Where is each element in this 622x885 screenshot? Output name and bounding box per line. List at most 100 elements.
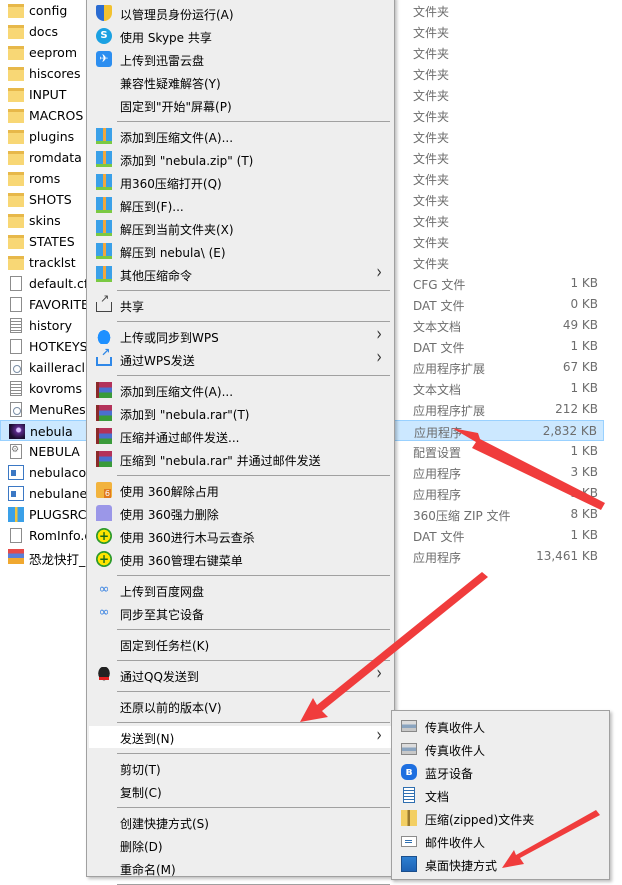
menu-separator [117, 475, 390, 476]
360-unlock-icon [96, 482, 112, 498]
menu-item-label: 重命名(M) [120, 863, 176, 877]
menu-item[interactable]: 邮件收件人 [394, 830, 609, 852]
menu-item[interactable]: 压缩(zipped)文件夹 [394, 807, 609, 829]
menu-item-label: 添加到压缩文件(A)... [120, 385, 234, 399]
file-name: roms [29, 171, 61, 186]
menu-item-label: 使用 360解除占用 [120, 485, 219, 499]
menu-item-label: 剪切(T) [120, 763, 161, 777]
menu-item-label: 添加到压缩文件(A)... [120, 131, 234, 145]
menu-item-label: 还原以前的版本(V) [120, 701, 222, 715]
menu-item-label: 上传到百度网盘 [120, 585, 205, 599]
menu-item[interactable]: 添加到 "nebula.rar"(T) [89, 402, 392, 424]
menu-item[interactable]: 以管理员身份运行(A) [89, 2, 392, 24]
menu-item[interactable]: ∞ 上传到百度网盘 [89, 579, 392, 601]
menu-item[interactable]: 使用 360解除占用 [89, 479, 392, 501]
360zip-icon [96, 243, 112, 259]
menu-item-label: 传真收件人 [425, 744, 486, 758]
menu-item[interactable]: 上传或同步到WPS › [89, 325, 392, 347]
menu-item[interactable]: 解压到 nebula\ (E) [89, 240, 392, 262]
menu-item[interactable]: 创建快捷方式(S) [89, 811, 392, 833]
menu-item[interactable]: 剪切(T) [89, 757, 392, 779]
menu-item[interactable]: 使用 360强力删除 [89, 502, 392, 524]
file-name: kailleraclient [29, 360, 86, 375]
file-type: 文件夹 [413, 236, 450, 250]
menu-item[interactable]: + 使用 360进行木马云查杀 [89, 525, 392, 547]
file-name: skins [29, 213, 61, 228]
menu-separator [117, 807, 390, 808]
360zip-icon [96, 128, 112, 144]
baidu-netdisk-icon: ∞ [98, 582, 110, 597]
folder-icon [8, 193, 24, 207]
menu-item-label: 邮件收件人 [425, 836, 486, 850]
menu-item[interactable]: 添加到压缩文件(A)... [89, 379, 392, 401]
file-type: 应用程序扩展 [413, 362, 486, 376]
menu-item[interactable]: S 使用 Skype 共享 [89, 25, 392, 47]
file-name: config [29, 3, 68, 18]
menu-item[interactable]: + 使用 360管理右键菜单 [89, 548, 392, 570]
menu-item-label: 添加到 "nebula.rar"(T) [120, 408, 250, 422]
menu-item[interactable]: 压缩到 "nebula.rar" 并通过邮件发送 [89, 448, 392, 470]
file-type: 文件夹 [413, 68, 450, 82]
folder-icon [8, 151, 24, 165]
folder-icon [8, 67, 24, 81]
file-name: PLUGSRC [29, 507, 86, 522]
app-icon [8, 465, 24, 480]
menu-item[interactable]: ∞ 同步至其它设备 [89, 602, 392, 624]
menu-item[interactable]: 压缩并通过邮件发送... [89, 425, 392, 447]
folder-icon [8, 109, 24, 123]
file-name: plugins [29, 129, 75, 144]
menu-item[interactable]: 通过WPS发送 › [89, 346, 392, 370]
menu-item[interactable]: 删除(D) [89, 834, 392, 856]
menu-item[interactable]: 还原以前的版本(V) [89, 695, 392, 717]
file-size: 2,832 KB [542, 424, 597, 438]
menu-item[interactable]: 解压到(F)... [89, 194, 392, 216]
menu-item[interactable]: 共享 [89, 292, 392, 316]
file-type: 应用程序 [413, 488, 462, 502]
winrar-icon [96, 405, 112, 421]
menu-item[interactable]: 桌面快捷方式 [394, 853, 609, 875]
baidu-netdisk-icon: ∞ [98, 605, 110, 620]
menu-item[interactable]: ✈ 上传到迅雷云盘 [89, 48, 392, 70]
menu-item[interactable]: 传真收件人 [394, 715, 609, 737]
menu-item[interactable]: 解压到当前文件夹(X) [89, 217, 392, 239]
menu-item[interactable]: 兼容性疑难解答(Y) [89, 71, 392, 93]
menu-item-label: 使用 360进行木马云查杀 [120, 531, 255, 545]
menu-separator [117, 321, 390, 322]
menu-item[interactable]: ʙ 蓝牙设备 [394, 761, 609, 783]
file-size: 212 KB [555, 402, 598, 416]
file-icon [10, 528, 22, 543]
file-name: nebulanet [29, 486, 86, 501]
menu-item[interactable]: 添加到压缩文件(A)... [89, 125, 392, 147]
menu-item[interactable]: 传真收件人 [394, 738, 609, 760]
menu-item[interactable]: 固定到"开始"屏幕(P) [89, 94, 392, 116]
folder-icon [8, 214, 24, 228]
folder-icon [8, 25, 24, 39]
file-size: 8 KB [570, 507, 598, 521]
send-to-submenu: 传真收件人 传真收件人 ʙ 蓝牙设备 文档 压缩(zipped)文件夹 邮件收件人 桌面快捷方… [391, 710, 610, 880]
file-type: CFG 文件 [413, 278, 466, 292]
menu-item[interactable]: 复制(C) [89, 780, 392, 802]
file-name: romdata [29, 150, 82, 165]
menu-item[interactable]: 添加到 "nebula.zip" (T) [89, 148, 392, 170]
menu-item-label: 使用 360强力删除 [120, 508, 219, 522]
menu-item[interactable]: 重命名(M) [89, 857, 392, 879]
fax-icon [401, 720, 417, 732]
menu-separator [117, 753, 390, 754]
menu-item-label: 创建快捷方式(S) [120, 817, 209, 831]
menu-item[interactable]: 文档 [394, 784, 609, 806]
file-icon [10, 339, 22, 354]
file-size: 67 KB [562, 360, 598, 374]
folder-icon [8, 235, 24, 249]
file-type: 文件夹 [413, 89, 450, 103]
menu-item[interactable]: 发送到(N) › [89, 726, 392, 748]
menu-item-label: 删除(D) [120, 840, 163, 854]
menu-item-label: 用360压缩打开(Q) [120, 177, 222, 191]
menu-item-label: 复制(C) [120, 786, 162, 800]
file-name: nebulaconfig [29, 465, 86, 480]
menu-item[interactable]: 用360压缩打开(Q) [89, 171, 392, 193]
menu-item[interactable]: 其他压缩命令 › [89, 263, 392, 285]
menu-item[interactable]: 固定到任务栏(K) [89, 633, 392, 655]
file-name: docs [29, 24, 58, 39]
menu-item[interactable]: 通过QQ发送到 › [89, 664, 392, 686]
menu-item-label: 添加到 "nebula.zip" (T) [120, 154, 254, 168]
